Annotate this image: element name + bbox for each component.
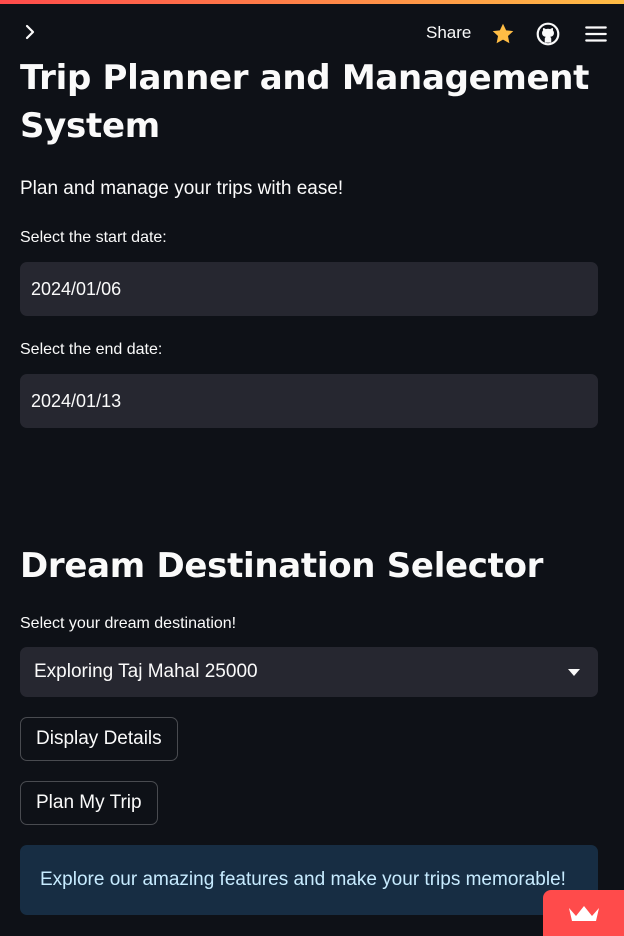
star-icon[interactable] xyxy=(490,21,516,47)
destination-label: Select your dream destination! xyxy=(20,615,237,632)
main-content: Trip Planner and Management System Plan … xyxy=(20,54,598,915)
page-subtitle: Plan and manage your trips with ease! xyxy=(20,178,344,199)
end-date-input[interactable] xyxy=(20,374,598,428)
hamburger-menu-icon[interactable] xyxy=(583,21,609,47)
page-title: Trip Planner and Management System xyxy=(20,58,590,146)
destination-select[interactable]: Exploring Taj Mahal 25000 xyxy=(20,647,598,697)
start-date-input[interactable] xyxy=(20,262,598,316)
github-icon[interactable] xyxy=(535,21,561,47)
info-alert: Explore our amazing features and make yo… xyxy=(20,845,598,915)
chevron-right-icon[interactable] xyxy=(18,20,42,44)
plan-my-trip-button[interactable]: Plan My Trip xyxy=(20,781,158,825)
display-details-button[interactable]: Display Details xyxy=(20,717,178,761)
start-date-label: Select the start date: xyxy=(20,229,167,246)
app-header: Share xyxy=(0,4,624,60)
destination-selected-value: Exploring Taj Mahal 25000 xyxy=(34,661,258,682)
share-button[interactable]: Share xyxy=(420,20,477,46)
end-date-label: Select the end date: xyxy=(20,341,163,358)
chevron-down-icon xyxy=(568,669,580,676)
streamlit-crown-icon[interactable] xyxy=(543,890,624,936)
destination-section-title: Dream Destination Selector xyxy=(20,546,544,586)
